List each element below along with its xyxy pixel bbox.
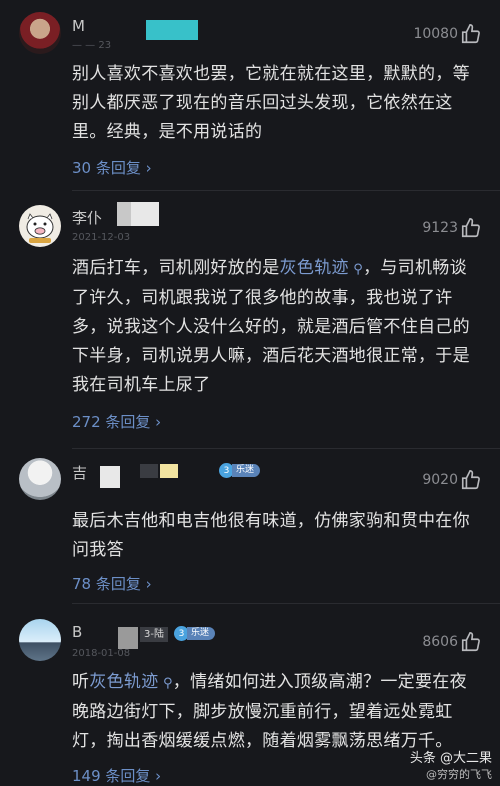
censor-block [117,202,131,226]
comment-text: 别人喜欢不喜欢也罢，它就在就在这里，默默的，等别人都厌恶了现在的音乐回过头发现，… [72,64,470,142]
username[interactable]: M [72,17,85,35]
thumbs-up-icon[interactable] [460,631,482,653]
comment-date: — — 23 [72,40,112,51]
comment-text: 酒后打车，司机刚好放的是灰色轨迹 ⚲，与司机畅谈了许久，司机跟我说了很多他的故事… [72,258,470,395]
comment-date: 2021-12-03 [72,232,131,243]
badge-text: 乐迷 [232,464,261,477]
censor-block [146,20,198,40]
badge-text: 乐迷 [187,627,216,640]
comment-text: 最后木吉他和电吉他很有味道，仿佛家驹和贯中在你问我答 [72,511,470,560]
like-count: 9020 [422,472,458,488]
censor-block [160,464,178,478]
pig-avatar-icon [26,213,54,243]
fan-badge: 3 乐迷 [219,463,261,478]
like-count: 9123 [422,220,458,236]
song-link[interactable]: 灰色轨迹 [280,258,349,278]
replies-link[interactable]: 149 条回复 › [72,765,161,786]
user-avatar[interactable] [19,12,61,54]
comment-date: 2018-01-08 [72,648,131,659]
replies-link[interactable]: 272 条回复 › [72,411,161,432]
username[interactable]: 吉 [72,462,87,483]
censor-block [118,627,138,649]
censor-block [140,464,158,478]
watermark: 头条 @大二果 @穷穷的飞飞 [409,751,492,781]
song-link[interactable]: 灰色轨迹 [89,672,158,692]
like-count: 10080 [413,26,458,42]
user-avatar[interactable] [19,205,61,247]
comment-1: M — — 23 10080 别人喜欢不喜欢也罢，它就在就在这里，默默的，等别人… [0,0,500,190]
replies-link[interactable]: 78 条回复 › [72,573,152,594]
user-avatar[interactable] [19,619,61,661]
song-link-icon: ⚲ [348,262,364,277]
username[interactable]: 李仆 [72,207,102,228]
like-count: 8606 [422,634,458,650]
comment-3: 吉 3 乐迷 9020 最后木吉他和电吉他很有味道，仿佛家驹和贯中在你问我答 7… [0,448,500,603]
user-avatar[interactable] [19,458,61,500]
fan-badge: 3 乐迷 [174,626,216,641]
censor-block [100,466,120,488]
comment-2: 李仆 2021-12-03 9123 酒后打车，司机刚好放的是灰色轨迹 ⚲，与司… [0,190,500,448]
thumbs-up-icon[interactable] [460,217,482,239]
thumbs-up-icon[interactable] [460,23,482,45]
comment-text: 听灰色轨迹 ⚲，情绪如何进入顶级高潮？一定要在夜晚路边街灯下，脚步放慢沉重前行，… [72,672,467,751]
replies-link[interactable]: 30 条回复 › [72,157,152,178]
censor-tag: 3-陆 [140,627,168,642]
thumbs-up-icon[interactable] [460,469,482,491]
song-link-icon: ⚲ [158,676,173,691]
username[interactable]: B [72,623,82,641]
